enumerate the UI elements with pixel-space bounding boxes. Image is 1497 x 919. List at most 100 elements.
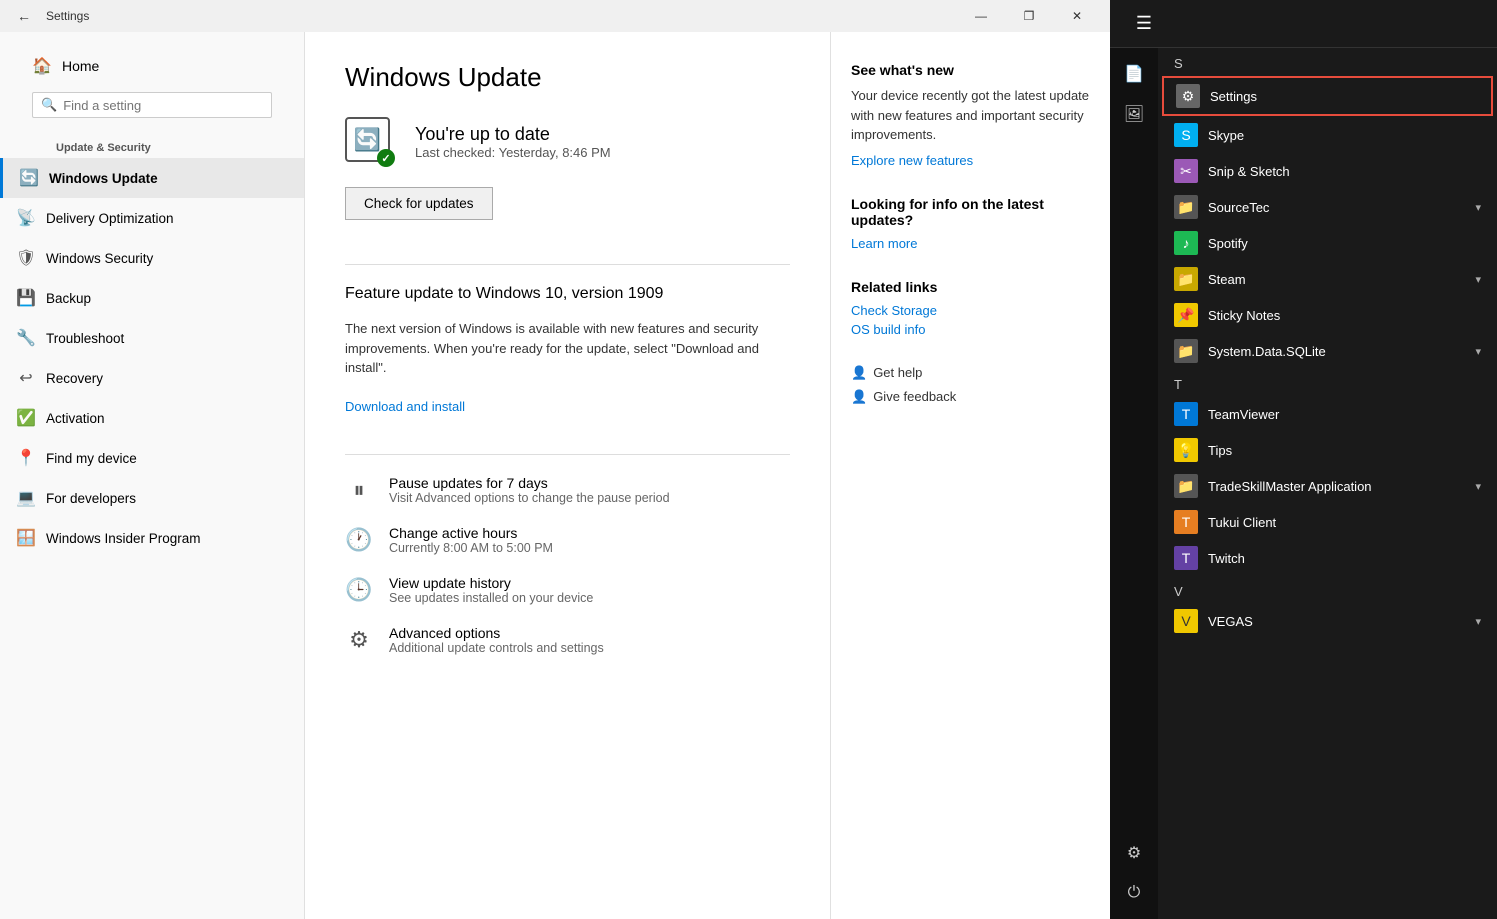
start-app-tukui[interactable]: T Tukui Client xyxy=(1162,504,1493,540)
sidebar: 🏠 Home 🔍 Update & Security 🔄 Windows Upd… xyxy=(0,32,305,919)
sidebar-item-troubleshoot[interactable]: 🔧 Troubleshoot xyxy=(0,318,304,358)
sidebar-section-title: Update & Security xyxy=(0,134,304,158)
learn-more-link[interactable]: Learn more xyxy=(851,236,1090,251)
update-status-text: You're up to date Last checked: Yesterda… xyxy=(415,124,611,160)
vegas-app-name: VEGAS xyxy=(1208,614,1465,629)
start-app-sourcetec[interactable]: 📁 SourceTec ▾ xyxy=(1162,189,1493,225)
explore-features-link[interactable]: Explore new features xyxy=(851,153,1090,168)
sourcetec-arrow: ▾ xyxy=(1475,201,1481,214)
windows-security-icon: 🛡 xyxy=(16,248,36,268)
divider-2 xyxy=(345,454,790,455)
sidebar-home-item[interactable]: 🏠 Home xyxy=(16,48,288,84)
view-history-title[interactable]: View update history xyxy=(389,575,593,591)
action-change-active-hours: 🕐 Change active hours Currently 8:00 AM … xyxy=(345,525,790,555)
check-storage-link[interactable]: Check Storage xyxy=(851,303,1090,318)
check-for-updates-button[interactable]: Check for updates xyxy=(345,187,493,220)
start-image-icon[interactable]: 🖼 xyxy=(1116,96,1152,132)
sidebar-item-windows-update[interactable]: 🔄 Windows Update xyxy=(0,158,304,198)
right-panel: See what's new Your device recently got … xyxy=(830,32,1110,919)
start-app-sticky-notes[interactable]: 📌 Sticky Notes xyxy=(1162,297,1493,333)
active-hours-title[interactable]: Change active hours xyxy=(389,525,553,541)
update-status-subtitle: Last checked: Yesterday, 8:46 PM xyxy=(415,145,611,160)
start-app-sqlite[interactable]: 📁 System.Data.SQLite ▾ xyxy=(1162,333,1493,369)
close-button[interactable]: ✕ xyxy=(1054,0,1100,32)
sidebar-header: 🏠 Home 🔍 xyxy=(0,32,304,134)
view-history-subtitle: See updates installed on your device xyxy=(389,591,593,605)
windows-update-icon: 🔄 xyxy=(19,168,39,188)
back-button[interactable]: ← xyxy=(10,2,38,30)
sidebar-item-backup[interactable]: 💾 Backup xyxy=(0,278,304,318)
start-app-spotify[interactable]: ♪ Spotify xyxy=(1162,225,1493,261)
tradeskill-app-icon: 📁 xyxy=(1174,474,1198,498)
sidebar-item-windows-insider[interactable]: 🪟 Windows Insider Program xyxy=(0,518,304,558)
update-check-badge: ✓ xyxy=(377,149,395,167)
sidebar-label-windows-insider: Windows Insider Program xyxy=(46,531,201,546)
sidebar-item-activation[interactable]: ✅ Activation xyxy=(0,398,304,438)
advanced-icon: ⚙ xyxy=(345,627,373,653)
sidebar-item-delivery-optimization[interactable]: 📡 Delivery Optimization xyxy=(0,198,304,238)
start-doc-icon[interactable]: 📄 xyxy=(1116,56,1152,92)
start-app-steam[interactable]: 📁 Steam ▾ xyxy=(1162,261,1493,297)
feature-update-title: Feature update to Windows 10, version 19… xyxy=(345,285,790,303)
advanced-options-subtitle: Additional update controls and settings xyxy=(389,641,604,655)
window-controls: — ❐ ✕ xyxy=(958,0,1100,32)
get-help-icon: 👤 xyxy=(851,365,867,381)
tradeskill-app-name: TradeSkillMaster Application xyxy=(1208,479,1465,494)
start-app-tips[interactable]: 💡 Tips xyxy=(1162,432,1493,468)
steam-arrow: ▾ xyxy=(1475,273,1481,286)
start-app-tradeskillmaster[interactable]: 📁 TradeSkillMaster Application ▾ xyxy=(1162,468,1493,504)
pause-icon: ⏸ xyxy=(345,477,373,503)
vegas-arrow: ▾ xyxy=(1475,615,1481,628)
start-app-settings[interactable]: ⚙ Settings xyxy=(1162,76,1493,116)
teamviewer-app-name: TeamViewer xyxy=(1208,407,1481,422)
section-letter-s: S xyxy=(1162,48,1493,75)
settings-window: ← Settings — ❐ ✕ 🏠 Home 🔍 Update & Secur… xyxy=(0,0,1110,919)
divider-1 xyxy=(345,264,790,265)
get-help-label: Get help xyxy=(873,365,922,380)
restore-button[interactable]: ❐ xyxy=(1006,0,1052,32)
give-feedback-link[interactable]: 👤 Give feedback xyxy=(851,389,1090,405)
start-app-twitch[interactable]: T Twitch xyxy=(1162,540,1493,576)
troubleshoot-icon: 🔧 xyxy=(16,328,36,348)
window-title: Settings xyxy=(46,9,950,23)
sidebar-item-find-my-device[interactable]: 📍 Find my device xyxy=(0,438,304,478)
start-app-vegas[interactable]: V VEGAS ▾ xyxy=(1162,603,1493,639)
sticky-app-name: Sticky Notes xyxy=(1208,308,1481,323)
start-power-icon[interactable]: ⏻ xyxy=(1116,875,1152,911)
history-icon: 🕒 xyxy=(345,577,373,603)
advanced-options-title[interactable]: Advanced options xyxy=(389,625,604,641)
tradeskill-arrow: ▾ xyxy=(1475,480,1481,493)
spotify-app-name: Spotify xyxy=(1208,236,1481,251)
snip-app-icon: ✂ xyxy=(1174,159,1198,183)
sidebar-item-recovery[interactable]: ↩ Recovery xyxy=(0,358,304,398)
sticky-app-icon: 📌 xyxy=(1174,303,1198,327)
sidebar-label-find-my-device: Find my device xyxy=(46,451,137,466)
advanced-options-text: Advanced options Additional update contr… xyxy=(389,625,604,655)
start-app-skype[interactable]: S Skype xyxy=(1162,117,1493,153)
start-app-teamviewer[interactable]: T TeamViewer xyxy=(1162,396,1493,432)
hamburger-button[interactable]: ☰ xyxy=(1126,6,1162,42)
start-gear-icon[interactable]: ⚙ xyxy=(1116,835,1152,871)
sidebar-item-windows-security[interactable]: 🛡 Windows Security xyxy=(0,238,304,278)
action-pause-updates: ⏸ Pause updates for 7 days Visit Advance… xyxy=(345,475,790,505)
update-icon-area: 🔄 ✓ xyxy=(345,117,395,167)
sidebar-item-for-developers[interactable]: 💻 For developers xyxy=(0,478,304,518)
steam-app-name: Steam xyxy=(1208,272,1465,287)
os-build-link[interactable]: OS build info xyxy=(851,322,1090,337)
start-menu: ☰ 📄 🖼 ⚙ ⏻ S ⚙ Settings S Skype ✂ S xyxy=(1110,0,1497,919)
sourcetec-app-icon: 📁 xyxy=(1174,195,1198,219)
minimize-button[interactable]: — xyxy=(958,0,1004,32)
get-help-link[interactable]: 👤 Get help xyxy=(851,365,1090,381)
sidebar-label-delivery-optimization: Delivery Optimization xyxy=(46,211,174,226)
sidebar-search-box[interactable]: 🔍 xyxy=(32,92,272,118)
download-install-link[interactable]: Download and install xyxy=(345,399,465,414)
start-app-list: S ⚙ Settings S Skype ✂ Snip & Sketch 📁 S… xyxy=(1158,48,1497,919)
pause-updates-title[interactable]: Pause updates for 7 days xyxy=(389,475,670,491)
whats-new-title: See what's new xyxy=(851,62,1090,78)
page-title: Windows Update xyxy=(345,62,790,93)
start-app-snip[interactable]: ✂ Snip & Sketch xyxy=(1162,153,1493,189)
search-input[interactable] xyxy=(63,98,263,113)
twitch-app-name: Twitch xyxy=(1208,551,1481,566)
action-advanced-options: ⚙ Advanced options Additional update con… xyxy=(345,625,790,655)
action-view-history: 🕒 View update history See updates instal… xyxy=(345,575,790,605)
